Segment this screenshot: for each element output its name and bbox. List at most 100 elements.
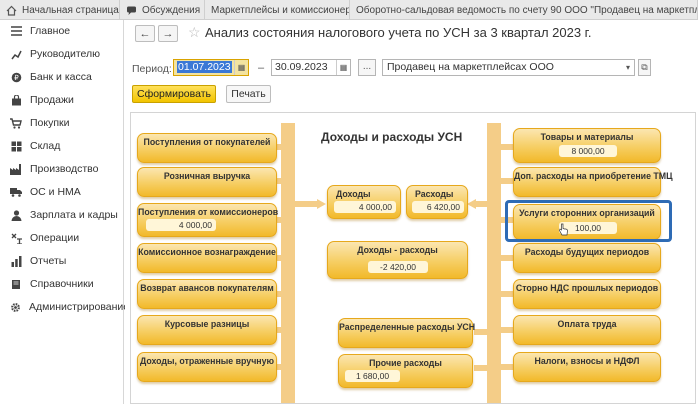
calendar-to-icon[interactable]: ▦ (336, 60, 350, 75)
card-goods-and-materials[interactable]: Товары и материалы 8 000,00 (513, 128, 661, 163)
sidebar-item-sales[interactable]: Продажи (0, 89, 124, 111)
card-label: Доходы, отраженные вручную (139, 356, 275, 366)
person-icon (10, 209, 22, 221)
card-commission-fee[interactable]: Комиссионное вознаграждение (137, 243, 277, 273)
star-icon[interactable]: ☆ (188, 24, 201, 41)
connector (501, 327, 513, 333)
card-value: 4 000,00 (146, 219, 216, 231)
card-value: -2 420,00 (368, 261, 428, 273)
card-income[interactable]: Доходы 4 000,00 (327, 185, 401, 219)
tab-discussions[interactable]: Обсуждения (120, 0, 205, 20)
sidebar-item-admin[interactable]: Администрирование (0, 296, 129, 318)
sidebar-item-label: Отчеты (30, 255, 67, 267)
sidebar-item-purchases[interactable]: Покупки (0, 112, 124, 134)
card-retail-revenue[interactable]: Розничная выручка (137, 167, 277, 197)
card-label: Доходы - расходы (357, 245, 438, 255)
connector (295, 201, 319, 207)
hand-cursor-icon (559, 223, 568, 236)
home-icon (6, 5, 17, 16)
print-button[interactable]: Печать (226, 85, 271, 103)
sidebar-item-label: Операции (30, 232, 80, 244)
connector (501, 364, 513, 370)
card-payments-from-commissioners[interactable]: Поступления от комиссионеров 4 000,00 (137, 203, 279, 237)
card-label: Сторно НДС прошлых периодов (515, 283, 659, 293)
sidebar-item-label: Справочники (30, 278, 94, 290)
sidebar-item-catalogs[interactable]: Справочники (0, 273, 124, 295)
tab-home[interactable]: Начальная страница (0, 0, 120, 20)
chart-icon (10, 48, 22, 60)
sidebar-item-label: Главное (30, 25, 71, 37)
period-label: Период: (132, 63, 172, 75)
sidebar-item-warehouse[interactable]: Склад (0, 135, 124, 157)
arrow-left-icon: ← (139, 27, 151, 40)
card-additional-costs[interactable]: Доп. расходы на приобретение ТМЦ (513, 167, 673, 197)
forward-button[interactable]: → (158, 25, 178, 42)
card-other-expenses[interactable]: Прочие расходы 1 680,00 (338, 354, 473, 388)
card-value: 1 680,00 (345, 370, 400, 382)
card-income-minus-expenses[interactable]: Доходы - расходы -2 420,00 (327, 241, 468, 279)
card-label: Курсовые разницы (164, 319, 250, 329)
organization-field[interactable]: Продавец на маркетплейсах ООО (382, 59, 635, 76)
card-label: Оплата труда (557, 319, 617, 329)
card-label: Распределенные расходы УСН (339, 322, 476, 332)
factory-icon (10, 163, 22, 175)
tab-marketplaces[interactable]: Маркетплейсы и комиссионеры ✕ (205, 0, 350, 20)
card-label: Доходы (336, 189, 371, 199)
card-vat-reversal[interactable]: Сторно НДС прошлых периодов (513, 279, 661, 309)
menu-icon (10, 25, 22, 37)
arrow-right-icon: → (162, 27, 174, 40)
card-label: Розничная выручка (163, 171, 251, 181)
sidebar-item-salary[interactable]: Зарплата и кадры (0, 204, 124, 226)
diagram-panel: Доходы и расходы УСН Поступления от поку… (130, 112, 696, 404)
tab-bar: Начальная страница Обсуждения Маркетплей… (0, 0, 698, 20)
calendar-from-icon[interactable]: ▦ (234, 60, 248, 75)
connector (501, 255, 513, 261)
sidebar-item-production[interactable]: Производство (0, 158, 124, 180)
tab-label: Маркетплейсы и комиссионеры (211, 4, 350, 16)
card-deferred-expenses[interactable]: Расходы будущих периодов (513, 243, 661, 273)
card-payments-from-buyers[interactable]: Поступления от покупателей (137, 133, 277, 163)
card-manual-income[interactable]: Доходы, отраженные вручную (137, 352, 277, 382)
gear-icon (10, 301, 21, 313)
tab-osv[interactable]: Оборотно-сальдовая ведомость по счету 90… (350, 0, 698, 20)
back-button[interactable]: ← (135, 25, 155, 42)
connector (474, 365, 487, 371)
card-label: Расходы будущих периодов (524, 247, 650, 257)
sidebar-item-operations[interactable]: Операции (0, 227, 124, 249)
date-from-value: 01.07.2023 (177, 61, 232, 73)
left-collector (281, 123, 295, 403)
sidebar-item-label: Руководителю (30, 48, 101, 60)
chevron-down-icon[interactable]: ▾ (622, 60, 634, 75)
sidebar-item-bank[interactable]: ₽ Банк и касса (0, 66, 124, 88)
sidebar-item-main[interactable]: Главное (0, 20, 124, 42)
connector (501, 144, 513, 150)
page-title: Анализ состояния налогового учета по УСН… (205, 25, 592, 40)
sidebar-item-label: Склад (30, 140, 61, 152)
sidebar-item-label: Администрирование (29, 301, 130, 313)
sidebar-item-label: Продажи (30, 94, 74, 106)
sidebar-item-reports[interactable]: Отчеты (0, 250, 124, 272)
period-select-button[interactable]: ... (358, 59, 376, 76)
report-icon (10, 255, 22, 267)
sidebar-item-assets[interactable]: ОС и НМА (0, 181, 124, 203)
card-label: Товары и материалы (540, 132, 634, 142)
generate-button[interactable]: Сформировать (132, 85, 216, 103)
card-wages[interactable]: Оплата труда (513, 315, 661, 345)
card-value: 6 420,00 (412, 201, 464, 213)
card-exchange-differences[interactable]: Курсовые разницы (137, 315, 277, 345)
tab-label: Начальная страница (22, 4, 119, 16)
open-link-icon[interactable]: ⧉ (638, 59, 651, 76)
card-expenses[interactable]: Расходы 6 420,00 (406, 185, 468, 219)
card-taxes-contributions[interactable]: Налоги, взносы и НДФЛ (513, 352, 661, 382)
arrow-right-icon (317, 199, 326, 209)
card-label: Возврат авансов покупателям (140, 283, 274, 293)
sidebar-item-manager[interactable]: Руководителю (0, 43, 124, 65)
card-distributed-expenses[interactable]: Распределенные расходы УСН (338, 318, 476, 348)
operations-icon (10, 232, 22, 244)
card-buyer-advance-refund[interactable]: Возврат авансов покупателям (137, 279, 277, 309)
card-label: Поступления от комиссионеров (138, 207, 279, 217)
sidebar-item-label: Покупки (30, 117, 70, 129)
truck-icon (10, 186, 22, 198)
date-to-value: 30.09.2023 (275, 61, 328, 73)
svg-text:₽: ₽ (14, 74, 19, 82)
